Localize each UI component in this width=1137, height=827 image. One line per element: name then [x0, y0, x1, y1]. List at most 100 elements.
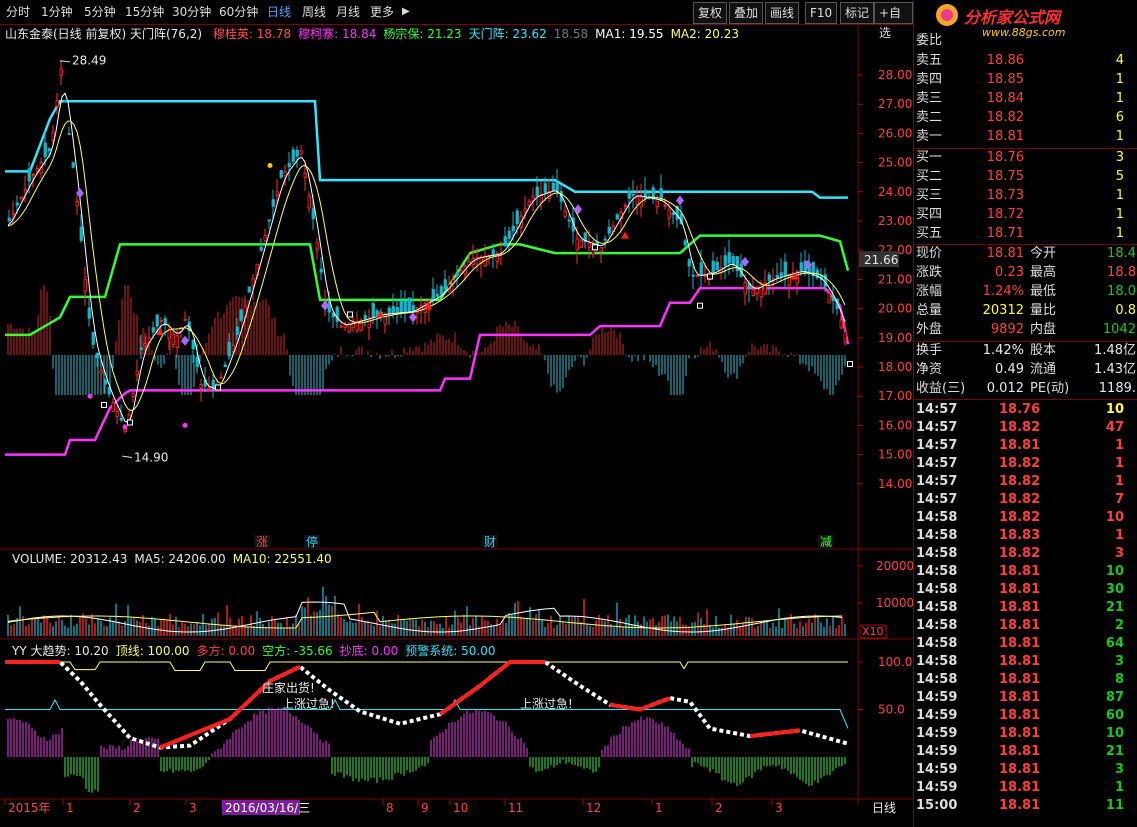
ask-price: 18.85 — [986, 72, 1024, 87]
period-tab-15min[interactable]: 15分钟 — [125, 3, 164, 21]
signal-square — [697, 302, 703, 309]
candle-body — [563, 210, 567, 217]
period-tab-5min[interactable]: 5分钟 — [84, 3, 116, 21]
signal-diamond — [676, 195, 684, 206]
period-tab-fenshi[interactable]: 分时 — [6, 3, 30, 21]
candle-body — [115, 411, 119, 418]
yy-value-1: 顶线: 100.00 — [115, 644, 190, 658]
candle-body — [575, 238, 579, 251]
price-tick-label: 18.00 — [878, 360, 912, 374]
candle-body — [779, 272, 783, 277]
signal-square — [127, 419, 133, 426]
stat-row: 净资 0.49 流通 1.43亿 — [914, 361, 1137, 379]
candle-body — [271, 199, 275, 207]
candle-body — [155, 314, 159, 327]
tick-volume: 3 — [1114, 762, 1124, 777]
tick-time: 14:57 — [916, 456, 958, 471]
tick-row: 14:57 18.82 1 — [914, 455, 1137, 473]
bid-volume: 1 — [1115, 207, 1124, 222]
signal-square — [347, 311, 353, 318]
tick-time: 14:58 — [916, 528, 958, 543]
volume-value-0: VOLUME: 20312.43 — [12, 552, 128, 566]
ask-volume: 6 — [1115, 110, 1124, 125]
candle-body — [91, 331, 95, 345]
fuquan-button[interactable]: 复权 — [693, 2, 728, 24]
candle-body — [151, 327, 155, 333]
period-tab-daily[interactable]: 日线 — [267, 3, 291, 21]
candle-body — [683, 240, 687, 246]
period-tab-monthly[interactable]: 月线 — [336, 3, 360, 21]
candle-body — [527, 200, 531, 206]
bid-price: 18.71 — [986, 226, 1024, 241]
period-tab-30min[interactable]: 30分钟 — [172, 3, 211, 21]
f10-button[interactable]: F10 — [805, 2, 838, 24]
ma1-line — [7, 92, 846, 423]
candle-body — [95, 352, 99, 359]
candle-body — [691, 274, 695, 277]
volume-tick-label: 20000 — [876, 559, 913, 573]
indicator-legend: YY 大趋势: 10.20 顶线: 100.00 多方: 0.00 空方: -35.6… — [5, 642, 495, 659]
add-favorite-button[interactable]: +自选 — [874, 2, 913, 40]
tick-volume: 8 — [1114, 672, 1124, 687]
stat-value: 18.8 — [1107, 265, 1136, 280]
indicator-value-4: 18.58 — [553, 27, 589, 41]
mark-button[interactable]: 标记 — [840, 2, 875, 24]
tick-volume: 1 — [1114, 456, 1124, 471]
tick-time: 14:58 — [916, 672, 958, 687]
tick-volume: 21 — [1105, 744, 1124, 759]
price-tick-label: 21.00 — [878, 272, 912, 286]
tick-row: 14:59 18.81 87 — [914, 689, 1137, 707]
tick-time: 14:59 — [916, 780, 958, 795]
period-tab-60min[interactable]: 60分钟 — [219, 3, 258, 21]
candle-body — [239, 309, 243, 321]
candle-body — [103, 379, 107, 385]
tianmenzhen-line — [5, 100, 848, 199]
date-label: 1 — [655, 801, 663, 815]
candle-body — [279, 170, 283, 178]
tick-row: 14:59 18.81 1 — [914, 779, 1137, 797]
volume-value-2: MA10: 22551.40 — [232, 552, 332, 566]
tick-row: 14:57 18.82 1 — [914, 473, 1137, 491]
stat-value: 1.48亿 — [1094, 343, 1136, 358]
price-tick-label: 20.00 — [878, 302, 912, 316]
candle-body — [411, 305, 415, 311]
stat-row: 涨幅 1.24% 最低 18.0 — [914, 283, 1137, 301]
chart-legend: 山东金泰(日线 前复权) 天门阵(76,2) 穆桂英: 18.78 穆柯寨: 18… — [5, 25, 739, 42]
tick-time: 14:58 — [916, 600, 958, 615]
event-marker: 涨 — [256, 534, 268, 549]
high-label: 28.49 — [72, 54, 106, 68]
date-label: 2 — [715, 801, 723, 815]
stat-value: 9892 — [990, 322, 1024, 337]
date-label: 3 — [189, 801, 197, 815]
signal-square — [847, 361, 853, 368]
tick-volume: 10 — [1105, 726, 1124, 741]
candle-body — [535, 186, 539, 196]
candle-body — [511, 225, 515, 232]
stat-label: 量比 — [1030, 303, 1057, 318]
candle-body — [143, 343, 147, 347]
period-tab-weekly[interactable]: 周线 — [302, 3, 326, 21]
stat-value: 0.012 — [986, 381, 1024, 396]
tick-price: 18.81 — [999, 726, 1041, 741]
more-arrow-icon[interactable]: ▶ — [402, 3, 410, 21]
price-tick-label: 19.00 — [878, 331, 912, 345]
candle-body — [23, 188, 27, 192]
tick-time: 14:58 — [916, 564, 958, 579]
stat-value: 0.23 — [995, 265, 1024, 280]
tick-time: 14:57 — [916, 474, 958, 489]
draw-line-button[interactable]: 画线 — [765, 2, 800, 24]
tick-price: 18.81 — [999, 654, 1041, 669]
tick-volume: 21 — [1105, 600, 1124, 615]
overlay-button[interactable]: 叠加 — [729, 2, 764, 24]
stat-value: 20312 — [982, 303, 1024, 318]
period-tab-1min[interactable]: 1分钟 — [41, 3, 73, 21]
trend-curve — [5, 660, 849, 750]
candle-body — [195, 357, 199, 368]
chart-area[interactable]: 28.00 27.00 26.00 25.00 24.00 23.00 22.00 21.00… — [0, 24, 913, 824]
current-price-label: 21.66 — [864, 253, 898, 267]
stat-row: 涨跌 0.23 最高 18.8 — [914, 264, 1137, 282]
trend-curve-up — [749, 728, 801, 739]
period-tab-more[interactable]: 更多 — [370, 3, 394, 21]
candle-body — [687, 259, 691, 267]
kline-chart[interactable]: 28.0027.0026.0025.0024.0023.0022.0021.00… — [0, 24, 913, 827]
